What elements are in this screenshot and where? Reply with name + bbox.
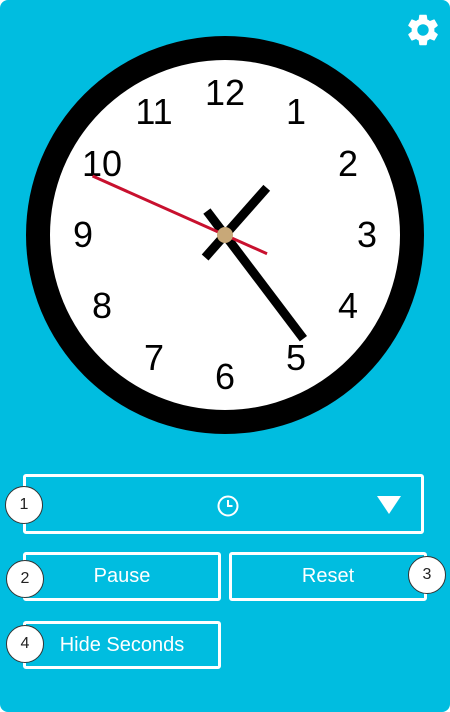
clock-numeral: 10 — [82, 143, 122, 184]
mode-dropdown[interactable] — [23, 474, 424, 534]
clock-numeral: 8 — [92, 285, 112, 326]
clock-numeral: 12 — [205, 72, 245, 113]
clock-icon — [217, 495, 239, 517]
analog-clock: 12 12 3 45 6 78 9 10 11 — [26, 36, 424, 434]
annotation-badge-3: 3 — [408, 556, 446, 594]
annotation-badge-4: 4 — [6, 625, 44, 663]
clock-numeral: 11 — [135, 91, 172, 132]
clock-numeral: 4 — [338, 285, 358, 326]
pause-button[interactable]: Pause — [23, 552, 221, 601]
clock-app-window: 12 1 2 3 4 5 6 7 8 9 10 11 Pause Reset Hide Seconds… — [0, 0, 450, 712]
triangle-down-icon — [377, 496, 401, 514]
hide-seconds-button[interactable]: Hide Seconds — [23, 621, 221, 669]
annotation-badge-2: 2 — [6, 560, 44, 598]
clock-numeral: 5 — [286, 337, 306, 378]
reset-button[interactable]: Reset — [229, 552, 427, 601]
clock-numeral: 2 — [338, 143, 358, 184]
clock-numeral: 6 — [215, 356, 235, 397]
clock-numeral: 7 — [144, 337, 164, 378]
clock-numeral: 1 — [286, 91, 306, 132]
clock-numeral: 9 — [73, 214, 93, 255]
annotation-badge-1: 1 — [5, 486, 43, 524]
clock-center-cap — [217, 227, 233, 243]
clock-numeral: 3 — [357, 214, 377, 255]
